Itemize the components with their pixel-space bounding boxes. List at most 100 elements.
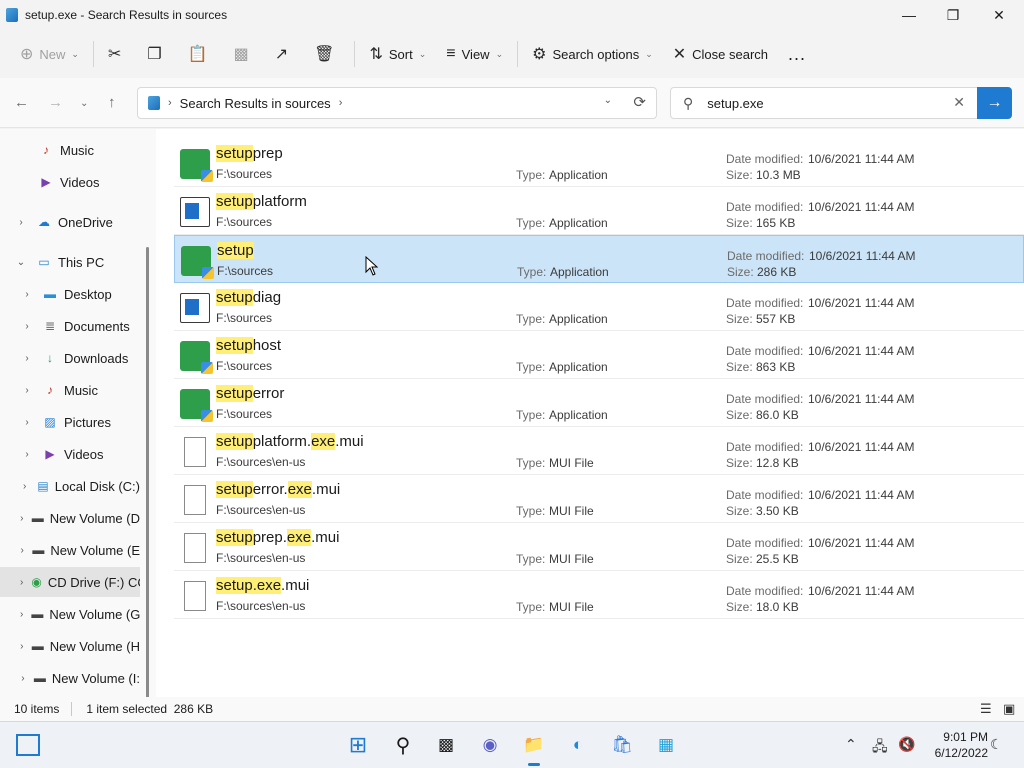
chevron-right-icon[interactable]: › [20, 321, 34, 332]
chevron-right-icon[interactable]: › [20, 417, 34, 428]
up-button[interactable]: ↑ [108, 94, 116, 111]
breadcrumb[interactable]: Search Results in sources [180, 96, 331, 111]
file-name[interactable]: setupplatform.exe.mui [216, 433, 364, 450]
search-go-button[interactable]: → [977, 87, 1012, 119]
store-icon[interactable]: 🛍 [609, 732, 635, 758]
recent-locations-button[interactable]: ⌄ [80, 98, 88, 109]
chevron-right-icon[interactable]: › [14, 217, 28, 228]
sort-button[interactable]: ⇅ Sort ⌄ [359, 37, 436, 71]
copy-button[interactable]: ❐ [137, 37, 177, 71]
chevron-down-icon[interactable]: ⌄ [14, 257, 28, 268]
file-row[interactable]: setuperror.exe.mui F:\sources\en-us Type: M… [174, 475, 1024, 523]
chevron-right-icon[interactable]: › [20, 481, 29, 492]
view-button[interactable]: ≡ View ⌄ [436, 37, 513, 71]
share-button[interactable]: ↗ [265, 37, 304, 71]
new-button[interactable]: ⊕ New ⌄ [10, 37, 89, 71]
rename-button[interactable]: ▩ [224, 37, 265, 71]
nav-item[interactable]: ▶ Videos [0, 167, 140, 197]
close-search-button[interactable]: ✕ Close search [663, 37, 778, 71]
chevron-right-icon[interactable]: › [339, 97, 343, 109]
task-view-icon[interactable]: ▩ [433, 732, 459, 758]
search-options-button[interactable]: ⚙ Search options ⌄ [522, 37, 663, 71]
nav-item[interactable]: › ♪ Music [0, 375, 140, 405]
nav-item[interactable]: › ▬ New Volume (D [0, 503, 140, 533]
chevron-right-icon[interactable]: › [20, 609, 23, 620]
nav-item[interactable]: › ▬ New Volume (I: [0, 663, 140, 693]
nav-item[interactable]: › ▨ Pictures [0, 407, 140, 437]
nav-item[interactable]: › ▬ New Volume (E [0, 535, 140, 565]
forward-button[interactable]: → [48, 94, 63, 111]
nav-item[interactable]: › ▤ Local Disk (C:) [0, 471, 140, 501]
nav-item[interactable]: › ▶ Videos [0, 439, 140, 469]
file-row[interactable]: setup.exe.mui F:\sources\en-us Type: MUI Fi… [174, 571, 1024, 619]
setup-app-icon[interactable]: ▦ [653, 732, 679, 758]
file-row[interactable]: setuperror F:\sources Type: Application Date… [174, 379, 1024, 427]
file-row[interactable]: setupprep F:\sources Type: Application Date … [174, 139, 1024, 187]
file-icon [184, 581, 206, 611]
nav-item[interactable]: ⌄ ▭ This PC [0, 247, 140, 277]
chevron-right-icon[interactable]: › [20, 449, 34, 460]
volume-icon[interactable]: 🔇 [898, 736, 915, 753]
notifications-icon[interactable]: ☾ [990, 736, 1003, 753]
file-name[interactable]: setupprep.exe.mui [216, 529, 339, 546]
search-taskbar-icon[interactable]: ⚲ [390, 732, 416, 758]
chevron-right-icon[interactable]: › [20, 289, 34, 300]
nav-item[interactable]: › ▬ New Volume (G [0, 599, 140, 629]
nav-item[interactable]: ♪ Music [0, 135, 140, 165]
nav-item[interactable]: › ◉ CD Drive (F:) CC [0, 567, 140, 597]
maximize-button[interactable]: ❐ [930, 0, 976, 30]
chat-icon[interactable]: ◉ [477, 732, 503, 758]
search-box[interactable]: ⚲ setup.exe ✕ [670, 87, 978, 119]
address-dropdown-icon[interactable]: ⌄ [604, 95, 612, 106]
file-row[interactable]: setupprep.exe.mui F:\sources\en-us Type: MU… [174, 523, 1024, 571]
start-icon[interactable]: ⊞ [345, 732, 371, 758]
chevron-right-icon[interactable]: › [20, 353, 34, 364]
tiles-view-icon[interactable]: ▣ [1003, 701, 1015, 717]
clear-search-icon[interactable]: ✕ [953, 94, 965, 111]
nav-item[interactable]: › ▬ New Volume (H [0, 631, 140, 661]
refresh-icon[interactable]: ⟳ [633, 93, 646, 111]
chevron-right-icon[interactable]: › [20, 385, 34, 396]
file-name[interactable]: setup.exe.mui [216, 577, 309, 594]
edge-icon[interactable]: ◐ [565, 732, 591, 758]
file-row[interactable]: setup F:\sources Type: Application Date modi… [174, 235, 1024, 283]
nav-item-label: New Volume (H [49, 638, 140, 654]
minimize-button[interactable]: — [886, 0, 932, 30]
chevron-right-icon[interactable]: › [20, 673, 26, 684]
file-row[interactable]: setupplatform.exe.mui F:\sources\en-us Typ… [174, 427, 1024, 475]
file-name[interactable]: setuphost [216, 337, 281, 354]
nav-item[interactable]: › ≣ Documents [0, 311, 140, 341]
nav-item[interactable]: › ▬ Desktop [0, 279, 140, 309]
delete-button[interactable]: 🗑 [304, 37, 350, 71]
address-bar[interactable]: › Search Results in sources › ⌄ ⟳ [137, 87, 657, 119]
cut-button[interactable]: ✂ [98, 37, 137, 71]
widgets-icon[interactable] [16, 734, 40, 756]
view-label: View [461, 46, 490, 62]
back-button[interactable]: ← [14, 94, 29, 111]
close-button[interactable]: ✕ [976, 0, 1022, 30]
paste-button[interactable]: 📋 [178, 37, 224, 71]
clock[interactable]: 9:01 PM 6/12/2022 [920, 729, 988, 761]
nav-item[interactable]: › ↓ Downloads [0, 343, 140, 373]
file-row[interactable]: setuphost F:\sources Type: Application Date … [174, 331, 1024, 379]
nav-item[interactable]: › ☁ OneDrive [0, 207, 140, 237]
file-name[interactable]: setuperror.exe.mui [216, 481, 340, 498]
file-explorer-icon[interactable]: 📁 [521, 732, 547, 766]
file-name[interactable]: setup [217, 242, 254, 259]
file-row[interactable]: setupdiag F:\sources Type: Application Date … [174, 283, 1024, 331]
file-name[interactable]: setupplatform [216, 193, 307, 210]
chevron-right-icon[interactable]: › [20, 577, 23, 588]
file-name[interactable]: setuperror [216, 385, 284, 402]
chevron-right-icon[interactable]: › [20, 641, 24, 652]
nav-scrollbar[interactable] [146, 247, 149, 707]
network-icon[interactable]: 🖧 [872, 736, 888, 760]
file-name[interactable]: setupdiag [216, 289, 281, 306]
file-row[interactable]: setupplatform F:\sources Type: Application D… [174, 187, 1024, 235]
chevron-up-icon[interactable]: ⌃ [845, 736, 857, 753]
details-view-icon[interactable]: ☰ [980, 701, 992, 717]
file-name[interactable]: setupprep [216, 145, 283, 162]
more-options-button[interactable]: ... [778, 37, 816, 71]
chevron-right-icon[interactable]: › [20, 513, 24, 524]
search-input[interactable]: setup.exe [707, 96, 763, 111]
chevron-right-icon[interactable]: › [20, 545, 24, 556]
